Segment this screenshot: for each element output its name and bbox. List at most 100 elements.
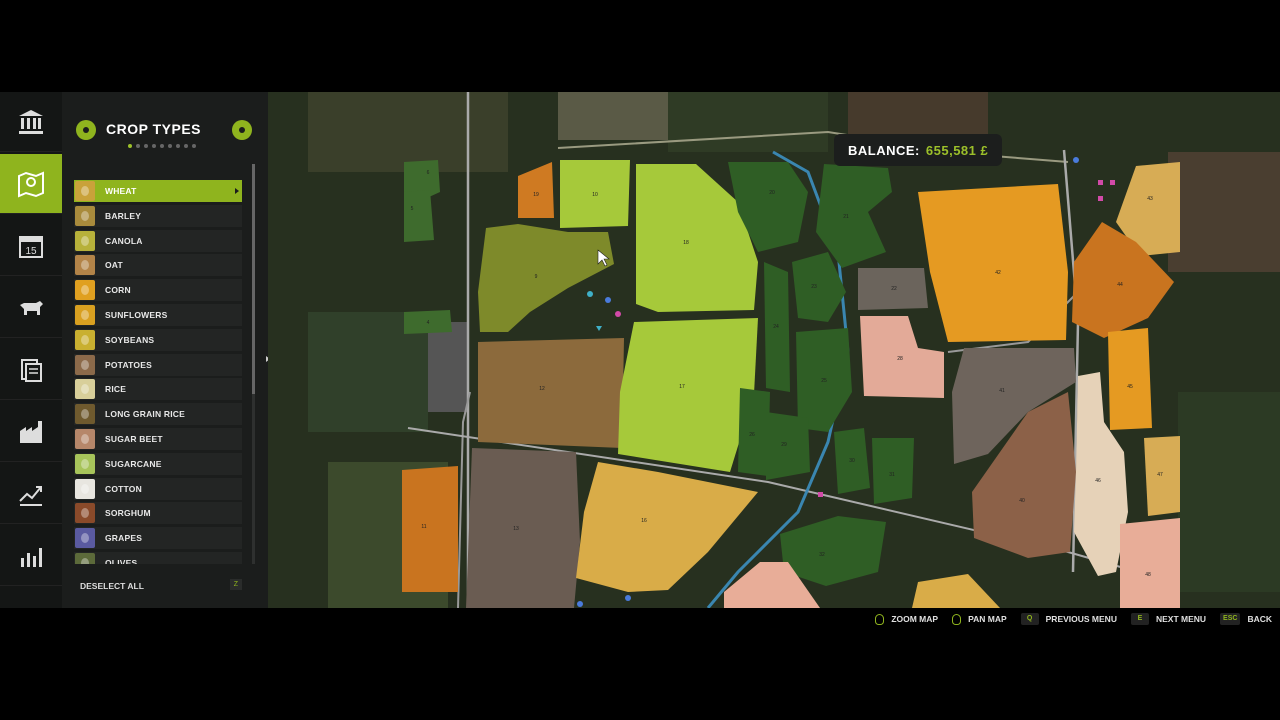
- crop-icon: [75, 304, 95, 325]
- sell-point-marker-icon: [818, 492, 823, 497]
- panel-title: CROP TYPES: [106, 121, 201, 137]
- field-label: 22: [891, 286, 897, 292]
- field-label: 26: [749, 432, 755, 438]
- chevron-right-icon: [239, 127, 245, 133]
- crop-item-potatoes[interactable]: POTATOES: [74, 353, 242, 376]
- field-label: 30: [849, 458, 855, 464]
- field-48[interactable]: [1120, 518, 1180, 608]
- mouse-wheel-icon: [875, 613, 885, 625]
- crop-label: GRAPES: [105, 533, 143, 544]
- crop-item-olives[interactable]: OLIVES: [74, 551, 242, 564]
- field-label: 17: [679, 384, 685, 390]
- back-hint[interactable]: ESC BACK: [1220, 613, 1272, 625]
- crop-label: CORN: [105, 285, 131, 296]
- crop-list-scrollbar[interactable]: [252, 164, 255, 564]
- crop-label: BARLEY: [105, 210, 142, 221]
- crop-item-wheat[interactable]: WHEAT: [74, 180, 242, 202]
- crop-item-sugar-beet[interactable]: SUGAR BEET: [74, 427, 242, 450]
- field-label: 28: [897, 356, 903, 362]
- crop-item-oat[interactable]: OAT: [74, 254, 242, 277]
- calendar-menu-button[interactable]: 15: [0, 216, 62, 276]
- bank-icon: [19, 109, 43, 134]
- svg-text:15: 15: [25, 246, 37, 257]
- back-label: BACK: [1247, 614, 1272, 624]
- field-11[interactable]: [402, 466, 458, 592]
- farm-map[interactable]: 6 5 4 19 10 18 9 12 17 20 21 22 23 24 25…: [268, 92, 1280, 608]
- balance-display: BALANCE: 655,581 £: [834, 134, 1003, 166]
- crop-icon: [75, 453, 95, 474]
- field-13[interactable]: [466, 448, 580, 608]
- crop-icon: [75, 428, 95, 449]
- deselect-all-label: DESELECT ALL: [80, 581, 144, 591]
- field-label: 5: [411, 206, 414, 212]
- vehicle-marker-icon: [605, 297, 611, 303]
- crop-item-cotton[interactable]: COTTON: [74, 477, 242, 500]
- field-label: 45: [1127, 384, 1133, 390]
- crop-icon: [75, 329, 95, 350]
- field-label: 40: [1019, 498, 1025, 504]
- zoom-map-hint[interactable]: ZOOM MAP: [875, 613, 938, 625]
- calendar-icon: 15: [19, 235, 43, 258]
- crop-item-corn[interactable]: CORN: [74, 279, 242, 302]
- field-5[interactable]: [404, 190, 434, 242]
- documents-icon: [21, 358, 42, 382]
- field-29[interactable]: [766, 412, 810, 480]
- page-indicator: [128, 144, 196, 148]
- crop-label: LONG GRAIN RICE: [105, 409, 185, 420]
- crop-label: POTATOES: [105, 359, 152, 370]
- scroll-thumb[interactable]: [252, 164, 255, 394]
- next-menu-hint[interactable]: E NEXT MENU: [1130, 613, 1206, 625]
- vehicles-menu-button[interactable]: [0, 588, 62, 608]
- deselect-all-key: Z: [229, 579, 242, 590]
- crop-icon: [75, 255, 95, 276]
- field-label: 13: [513, 526, 519, 532]
- crop-icon: [75, 528, 95, 549]
- crop-item-long-grain-rice[interactable]: LONG GRAIN RICE: [74, 403, 242, 426]
- crop-item-sugarcane[interactable]: SUGARCANE: [74, 452, 242, 475]
- field-label: 47: [1157, 472, 1163, 478]
- field-label: 10: [592, 192, 598, 198]
- crop-icon: [75, 379, 95, 400]
- tractor-icon: [16, 603, 46, 609]
- mouse-drag-icon: [952, 613, 962, 625]
- finance-menu-button[interactable]: [0, 92, 62, 152]
- field-12[interactable]: [478, 338, 624, 448]
- crop-label: SUNFLOWERS: [105, 309, 168, 320]
- previous-filter-button[interactable]: [76, 120, 96, 140]
- crop-icon: [75, 354, 95, 375]
- crop-item-rice[interactable]: RICE: [74, 378, 242, 401]
- map-canvas[interactable]: 6 5 4 19 10 18 9 12 17 20 21 22 23 24 25…: [268, 92, 1280, 608]
- crop-icon: [75, 181, 95, 201]
- field-label: 4: [427, 320, 430, 326]
- production-menu-button[interactable]: [0, 402, 62, 462]
- crop-icon: [75, 404, 95, 425]
- deselect-all-button[interactable]: DESELECT ALL Z: [74, 578, 242, 594]
- cow-icon: [20, 300, 43, 315]
- field-17[interactable]: [618, 318, 758, 472]
- crop-item-sorghum[interactable]: SORGHUM: [74, 502, 242, 525]
- field-31[interactable]: [872, 438, 914, 504]
- controls-hint-bar: ZOOM MAP PAN MAP Q PREVIOUS MENU E NEXT …: [875, 612, 1280, 626]
- crop-icon: [75, 280, 95, 301]
- crop-label: SORGHUM: [105, 508, 151, 519]
- crop-label: RICE: [105, 384, 127, 395]
- crop-item-canola[interactable]: CANOLA: [74, 229, 242, 252]
- field-label: 43: [1147, 196, 1153, 202]
- field-label: 19: [533, 192, 539, 198]
- field-45[interactable]: [1108, 328, 1152, 430]
- animals-menu-button[interactable]: [0, 278, 62, 338]
- pan-map-hint[interactable]: PAN MAP: [952, 613, 1007, 625]
- map-menu-button[interactable]: [0, 154, 62, 214]
- crop-item-barley[interactable]: BARLEY: [74, 204, 242, 227]
- back-key: ESC: [1220, 613, 1241, 625]
- prices-menu-button[interactable]: [0, 464, 62, 524]
- contracts-menu-button[interactable]: [0, 340, 62, 400]
- previous-menu-hint[interactable]: Q PREVIOUS MENU: [1020, 613, 1117, 625]
- crop-item-sunflowers[interactable]: SUNFLOWERS: [74, 303, 242, 326]
- crop-item-grapes[interactable]: GRAPES: [74, 527, 242, 550]
- next-filter-button[interactable]: [232, 120, 252, 140]
- main-menu-rail: 15: [0, 92, 62, 608]
- statistics-menu-button[interactable]: [0, 526, 62, 586]
- map-icon: [18, 170, 44, 198]
- crop-item-soybeans[interactable]: SOYBEANS: [74, 328, 242, 351]
